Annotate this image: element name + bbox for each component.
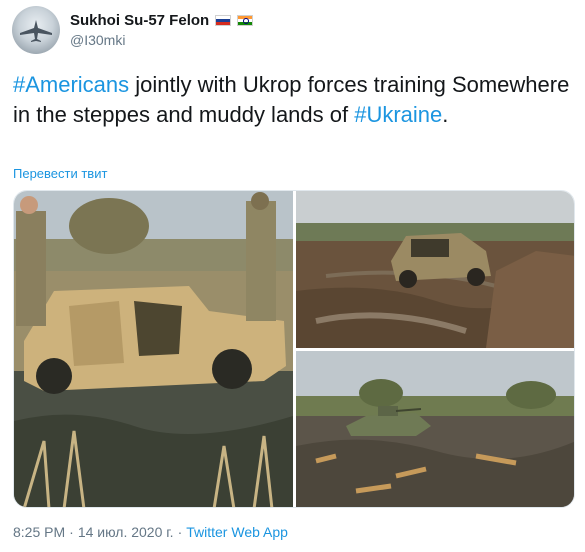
separator: · [177, 524, 183, 540]
humvee-in-mud-field-photo[interactable] [296, 191, 574, 348]
india-flag-icon [237, 15, 254, 26]
bmp-in-swamp-photo[interactable] [296, 351, 574, 507]
tweet-text: #Americans jointly with Ukrop forces tra… [13, 70, 573, 129]
jet-icon [20, 20, 52, 42]
user-handle[interactable]: @I30mki [70, 32, 253, 48]
hashtag-americans[interactable]: #Americans [13, 72, 129, 97]
tweet-text-part2: . [442, 101, 449, 127]
tweet-header: Sukhoi Su-57 Felon @I30mki [12, 6, 254, 54]
hashtag-ukraine[interactable]: #Ukraine [354, 102, 442, 127]
tweet-source-link[interactable]: Twitter Web App [186, 524, 288, 540]
separator: · [69, 524, 74, 540]
author-identity: Sukhoi Su-57 Felon @I30mki [70, 12, 254, 48]
media-grid [13, 190, 575, 508]
tweet-card: Sukhoi Su-57 Felon @I30mki #Americans jo… [0, 0, 585, 552]
russia-flag-icon [215, 15, 232, 26]
translate-tweet-link[interactable]: Перевести твит [13, 166, 107, 181]
tweet-date[interactable]: 14 июл. 2020 г. [78, 524, 174, 540]
display-name[interactable]: Sukhoi Su-57 Felon [70, 12, 209, 29]
avatar[interactable] [12, 6, 60, 54]
tweet-footer: 8:25 PM · 14 июл. 2020 г. · Twitter Web … [13, 524, 288, 540]
humvee-in-swamp-photo[interactable] [14, 191, 293, 507]
tweet-time[interactable]: 8:25 PM [13, 524, 65, 540]
name-row: Sukhoi Su-57 Felon [70, 12, 254, 29]
